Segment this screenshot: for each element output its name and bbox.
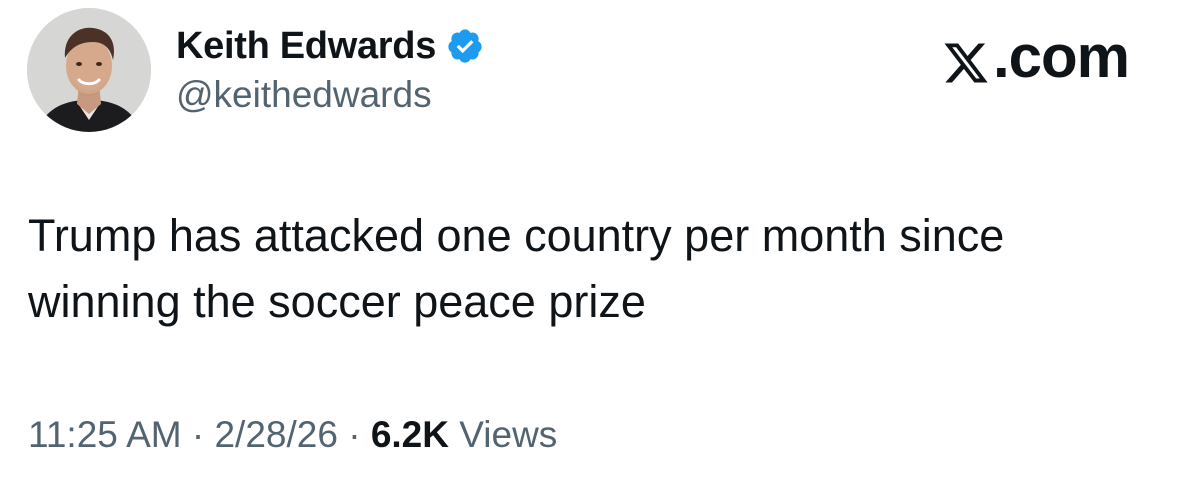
author-display-name[interactable]: Keith Edwards [176, 25, 436, 68]
verified-badge-icon [446, 27, 484, 65]
brand-label: .com [941, 23, 1130, 90]
tweet-card: Keith Edwards @keithedwards .com Trump h… [0, 0, 1179, 489]
brand-suffix: .com [992, 22, 1130, 90]
tweet-text: Trump has attacked one country per month… [28, 203, 1148, 335]
tweet-meta: 11:25 AM · 2/28/26 · 6.2K Views [28, 414, 557, 456]
meta-separator: · [191, 414, 205, 455]
meta-separator: · [348, 414, 361, 455]
x-logo-icon [941, 32, 991, 83]
tweet-text-line: winning the soccer peace prize [28, 276, 646, 327]
tweet-time[interactable]: 11:25 AM [28, 414, 182, 455]
avatar[interactable] [27, 8, 151, 132]
tweet-text-line: Trump has attacked one country per month… [28, 210, 1005, 261]
views-label: Views [459, 414, 558, 455]
avatar-image [27, 8, 151, 132]
tweet-date[interactable]: 2/28/26 [214, 414, 337, 455]
views-count: 6.2K [370, 414, 449, 455]
author-name-row: Keith Edwards [176, 24, 484, 68]
author-handle[interactable]: @keithedwards [176, 74, 432, 116]
